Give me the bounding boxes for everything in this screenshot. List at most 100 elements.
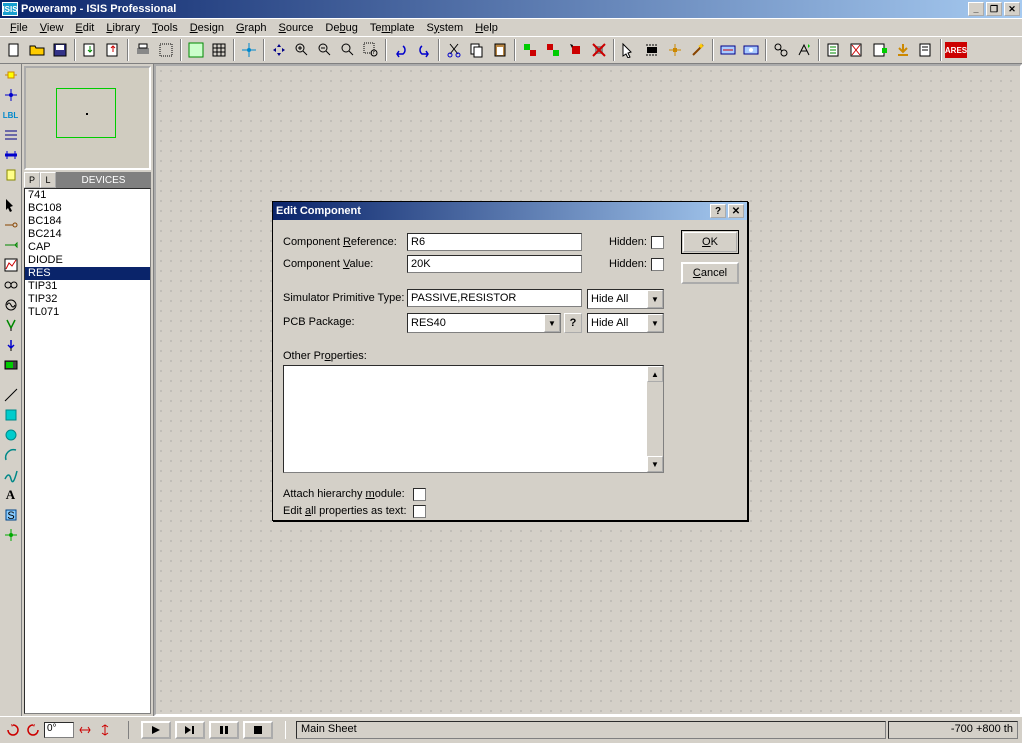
find-icon[interactable] [770,39,792,61]
device-item[interactable]: BC108 [25,202,150,215]
menu-view[interactable]: View [34,21,70,35]
erc-icon[interactable] [823,39,845,61]
input-simulator-primitive[interactable] [407,289,582,307]
ok-button[interactable]: OK [681,230,739,254]
device-item[interactable]: TL071 [25,306,150,319]
pause-button[interactable] [209,721,239,739]
origin-icon[interactable] [238,39,260,61]
play-button[interactable] [141,721,171,739]
menu-template[interactable]: Template [364,21,421,35]
menu-source[interactable]: Source [273,21,320,35]
wand-icon[interactable] [687,39,709,61]
block-delete-icon[interactable] [588,39,610,61]
dialog-title-bar[interactable]: Edit Component ? ✕ [273,202,747,220]
menu-graph[interactable]: Graph [230,21,273,35]
tape-mode-icon[interactable] [2,276,20,294]
menu-library[interactable]: Library [100,21,146,35]
device-item[interactable]: TIP31 [25,280,150,293]
block-move-icon[interactable] [542,39,564,61]
package-icon[interactable] [641,39,663,61]
probe-i-icon[interactable] [2,336,20,354]
select-sim-visibility[interactable]: Hide All▼ [587,289,664,309]
wire-auto-icon[interactable] [717,39,739,61]
device-item[interactable]: DIODE [25,254,150,267]
menu-tools[interactable]: Tools [146,21,184,35]
textarea-other-properties[interactable]: ▲▼ [283,365,664,473]
box-mode-icon[interactable] [2,406,20,424]
line-mode-icon[interactable] [2,386,20,404]
zoom-out-icon[interactable] [314,39,336,61]
redo-icon[interactable] [413,39,435,61]
mirror-x-icon[interactable] [76,721,94,739]
cut-icon[interactable] [443,39,465,61]
paste-icon[interactable] [489,39,511,61]
menu-design[interactable]: Design [184,21,230,35]
device-item[interactable]: BC184 [25,215,150,228]
probe-v-icon[interactable] [2,316,20,334]
checkbox-attach-hierarchy[interactable] [413,488,426,501]
maximize-button[interactable]: ❐ [986,2,1002,16]
junction-mode-icon[interactable] [2,86,20,104]
path-mode-icon[interactable] [2,466,20,484]
save-icon[interactable] [49,39,71,61]
menu-system[interactable]: System [421,21,470,35]
marker-mode-icon[interactable] [2,526,20,544]
menu-file[interactable]: File [4,21,34,35]
undo-icon[interactable] [390,39,412,61]
pan-icon[interactable] [268,39,290,61]
menu-debug[interactable]: Debug [319,21,363,35]
checkbox-hidden-val[interactable] [651,258,664,271]
script-mode-icon[interactable] [2,126,20,144]
copy-icon[interactable] [466,39,488,61]
bom-icon[interactable] [869,39,891,61]
open-icon[interactable] [26,39,48,61]
browse-package-button[interactable]: ? [564,313,582,333]
device-item[interactable]: 741 [25,189,150,202]
selection-mode-icon[interactable] [2,196,20,214]
pick-tab[interactable]: P [24,172,40,188]
netlist-icon[interactable] [846,39,868,61]
new-icon[interactable] [3,39,25,61]
device-item[interactable]: BC214 [25,228,150,241]
input-component-reference[interactable] [407,233,582,251]
stop-button[interactable] [243,721,273,739]
pick-icon[interactable] [618,39,640,61]
device-list[interactable]: 741BC108BC184BC214CAPDIODERESTIP31TIP32T… [24,188,151,714]
redraw-icon[interactable] [185,39,207,61]
import-icon[interactable] [79,39,101,61]
search-tag-icon[interactable] [740,39,762,61]
export-icon[interactable] [102,39,124,61]
library-tab[interactable]: L [40,172,56,188]
device-item[interactable]: CAP [25,241,150,254]
subcircuit-mode-icon[interactable] [2,166,20,184]
text-mode-icon[interactable]: A [2,486,20,504]
zoom-all-icon[interactable] [337,39,359,61]
ares-icon[interactable]: ARES [945,39,967,61]
select-pkg-visibility[interactable]: Hide All▼ [587,313,664,333]
dialog-close-button[interactable]: ✕ [728,204,744,218]
dialog-help-button[interactable]: ? [710,204,726,218]
mirror-y-icon[interactable] [96,721,114,739]
graph-mode-icon[interactable] [2,256,20,274]
minimize-button[interactable]: _ [968,2,984,16]
rotate-cw-icon[interactable] [4,721,22,739]
step-button[interactable] [175,721,205,739]
block-rotate-icon[interactable] [565,39,587,61]
terminal-mode-icon[interactable] [2,216,20,234]
symbol-mode-icon[interactable]: S [2,506,20,524]
input-component-value[interactable] [407,255,582,273]
zoom-area-icon[interactable] [360,39,382,61]
cancel-button[interactable]: Cancel [681,262,739,284]
annotate-icon[interactable] [793,39,815,61]
select-pcb-package[interactable]: RES40▼ [407,313,561,333]
circle-mode-icon[interactable] [2,426,20,444]
decompose-icon[interactable] [664,39,686,61]
overview-window[interactable] [24,66,151,170]
pin-mode-icon[interactable] [2,236,20,254]
rotation-angle-field[interactable]: 0° [44,722,74,738]
component-mode-icon[interactable] [2,66,20,84]
grid-icon[interactable] [208,39,230,61]
region-icon[interactable] [155,39,177,61]
compile-icon[interactable] [892,39,914,61]
checkbox-hidden-ref[interactable] [651,236,664,249]
